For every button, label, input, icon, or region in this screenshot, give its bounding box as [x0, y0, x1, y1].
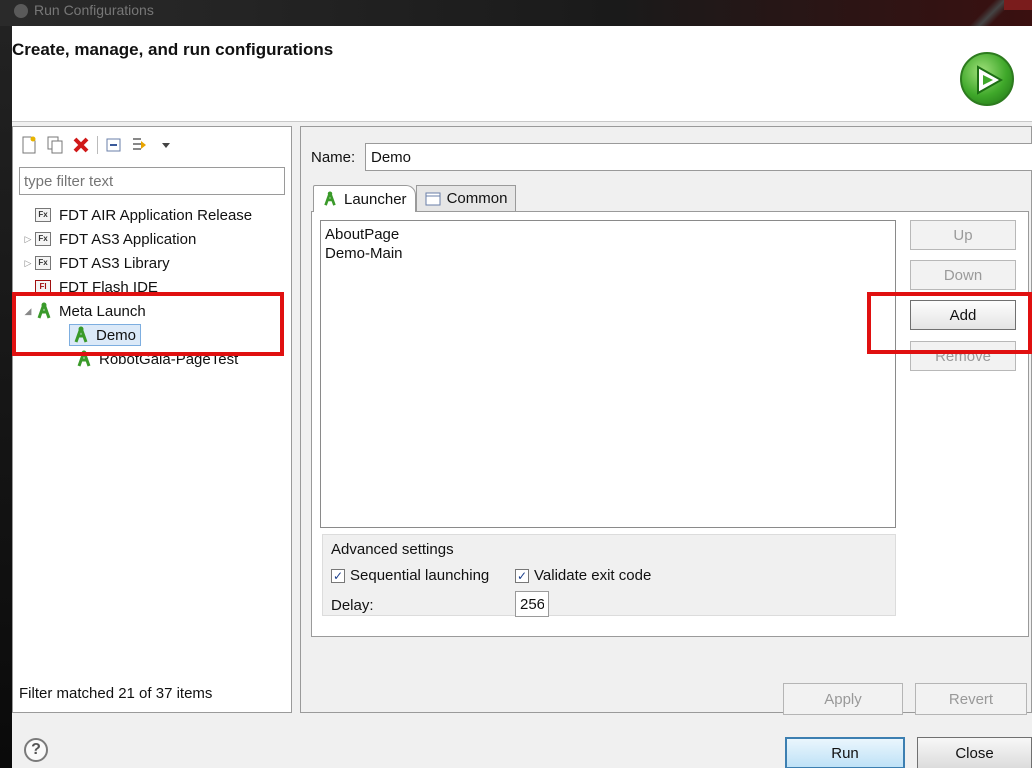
duplicate-icon[interactable] — [45, 135, 65, 155]
name-field[interactable] — [365, 143, 1032, 171]
validate-exit-code-checkbox[interactable]: ✓ Validate exit code — [515, 567, 651, 584]
validate-exit-code-label: Validate exit code — [534, 567, 652, 584]
fx-icon: Fx — [35, 208, 51, 222]
highlight-box-demo — [12, 292, 284, 356]
list-item[interactable]: AboutPage — [325, 225, 891, 244]
expand-arrow-icon[interactable]: ▷ — [21, 258, 35, 269]
window-close-button[interactable] — [1004, 0, 1032, 10]
toolbar-separator — [97, 136, 98, 154]
launch-list[interactable]: AboutPage Demo-Main — [320, 220, 896, 528]
advanced-settings-group: Advanced settings ✓ Sequential launching… — [322, 534, 896, 617]
expand-arrow-icon[interactable]: ▷ — [21, 234, 35, 245]
configuration-tree-pane: Fx FDT AIR Application Release ▷ Fx FDT … — [12, 126, 292, 713]
tab-launcher[interactable]: Launcher — [313, 185, 416, 212]
highlight-box-add — [867, 292, 1032, 354]
delay-field[interactable] — [515, 591, 549, 617]
delay-label: Delay: — [331, 597, 374, 614]
editor-tabs: Launcher Common — [313, 185, 517, 212]
checkmark-icon[interactable]: ✓ — [515, 568, 529, 583]
window-left-border — [0, 26, 12, 768]
collapse-all-icon[interactable] — [104, 135, 124, 155]
window-titlebar: Run Configurations — [0, 0, 1032, 26]
app-icon — [14, 4, 28, 18]
delete-icon[interactable] — [71, 135, 91, 155]
fx-icon: Fx — [35, 232, 51, 246]
tab-label: Launcher — [344, 190, 407, 208]
up-button[interactable]: Up — [910, 220, 1016, 250]
common-tab-icon — [425, 192, 441, 205]
list-item[interactable]: Demo-Main — [325, 244, 891, 263]
fx-library-icon: Fx — [35, 256, 51, 270]
tree-item-fdt-as3-library[interactable]: ▷ Fx FDT AS3 Library — [21, 251, 170, 275]
revert-button[interactable]: Revert — [915, 683, 1027, 715]
dialog-header: Create, manage, and run configurations — [12, 26, 1032, 122]
new-config-icon[interactable] — [19, 135, 39, 155]
help-icon[interactable]: ? — [24, 738, 48, 762]
tab-common[interactable]: Common — [415, 185, 517, 211]
sequential-launching-label: Sequential launching — [350, 567, 490, 584]
tree-item-label: FDT AS3 Application — [59, 230, 197, 248]
run-configurations-dialog: Create, manage, and run configurations t… — [12, 26, 1032, 768]
filter-status-text: Filter matched 21 of 37 items — [19, 685, 213, 702]
tab-label: Common — [446, 190, 508, 207]
tree-item-fdt-air-application-release[interactable]: Fx FDT AIR Application Release — [35, 203, 252, 227]
filter-input[interactable] — [19, 167, 285, 195]
down-button[interactable]: Down — [910, 260, 1016, 290]
launcher-tab-page: AboutPage Demo-Main Up Down Add Remove A… — [311, 211, 1029, 637]
run-button[interactable]: Run — [785, 737, 905, 768]
meta-launch-icon — [324, 191, 336, 206]
advanced-settings-title: Advanced settings — [331, 541, 454, 558]
tree-item-label: FDT AIR Application Release — [59, 206, 253, 224]
filter-icon[interactable] — [130, 135, 150, 155]
close-button[interactable]: Close — [917, 737, 1032, 768]
dropdown-arrow-icon[interactable] — [156, 135, 176, 155]
configuration-editor-pane: Name: Launcher Common AboutPage — [300, 126, 1032, 715]
sequential-launching-checkbox[interactable]: ✓ Sequential launching — [331, 567, 489, 584]
window-title: Run Configurations — [34, 2, 154, 18]
tree-item-label: FDT AS3 Library — [59, 254, 170, 272]
tree-item-fdt-as3-application[interactable]: ▷ Fx FDT AS3 Application — [21, 227, 197, 251]
checkmark-icon[interactable]: ✓ — [331, 568, 345, 583]
apply-button[interactable]: Apply — [783, 683, 903, 715]
run-icon — [960, 52, 1014, 106]
header-title: Create, manage, and run configurations — [12, 40, 334, 59]
name-label: Name: — [311, 149, 356, 166]
tree-toolbar — [19, 133, 176, 157]
